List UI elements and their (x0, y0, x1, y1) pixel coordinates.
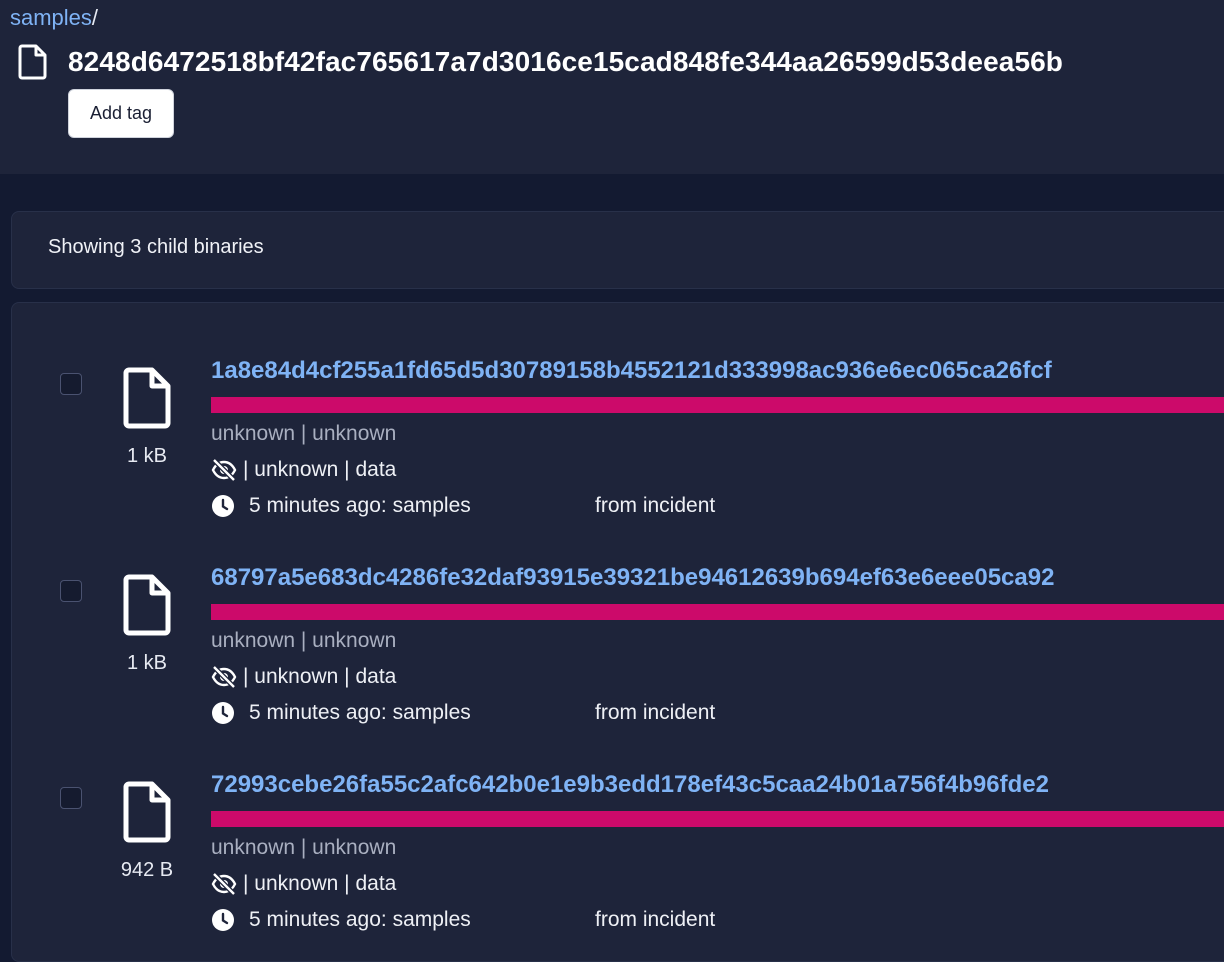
detail-text: | unknown | data (243, 665, 397, 688)
source-text: from incident (595, 908, 716, 931)
breadcrumb: samples/ (10, 4, 98, 32)
child-binaries-list: 1 kB 1a8e84d4cf255a1fd65d5d30789158b4552… (11, 302, 1224, 962)
time-line: 5 minutes ago: samples (211, 701, 471, 725)
eye-slash-icon (211, 665, 237, 689)
binary-hash-link[interactable]: 1a8e84d4cf255a1fd65d5d30789158b4552121d3… (211, 357, 1052, 385)
title-row: 8248d6472518bf42fac765617a7d3016ce15cad8… (18, 40, 1063, 84)
detail-line: | unknown | data (211, 872, 396, 896)
time-text: 5 minutes ago: samples (249, 701, 471, 724)
detail-text: | unknown | data (243, 458, 397, 481)
type-line: unknown | unknown (211, 836, 397, 859)
status-bar (211, 397, 1224, 413)
file-icon (123, 367, 171, 429)
file-size: 942 B (120, 859, 174, 881)
add-tag-button[interactable]: Add tag (68, 89, 174, 138)
child-count-text: Showing 3 child binaries (48, 236, 264, 258)
clock-icon (212, 909, 234, 931)
breadcrumb-link-samples[interactable]: samples (10, 5, 92, 30)
list-item: 1 kB 1a8e84d4cf255a1fd65d5d30789158b4552… (12, 319, 1224, 517)
list-item: 942 B 72993cebe26fa55c2afc642b0e1e9b3edd… (12, 733, 1224, 931)
time-text: 5 minutes ago: samples (249, 494, 471, 517)
page-title: 8248d6472518bf42fac765617a7d3016ce15cad8… (68, 46, 1063, 77)
breadcrumb-separator: / (91, 5, 99, 30)
time-line: 5 minutes ago: samples (211, 908, 471, 932)
detail-line: | unknown | data (211, 665, 396, 689)
select-checkbox[interactable] (60, 373, 82, 395)
clock-icon (212, 495, 234, 517)
select-checkbox[interactable] (60, 787, 82, 809)
file-icon (123, 574, 171, 636)
time-line: 5 minutes ago: samples (211, 494, 471, 518)
source-text: from incident (595, 701, 716, 724)
summary-card: Showing 3 child binaries (11, 211, 1224, 289)
page-header: samples/ 8248d6472518bf42fac765617a7d301… (0, 0, 1224, 174)
type-line: unknown | unknown (211, 422, 397, 445)
status-bar (211, 604, 1224, 620)
source-text: from incident (595, 494, 716, 517)
file-size: 1 kB (126, 445, 168, 467)
clock-icon (212, 702, 234, 724)
binary-hash-link[interactable]: 72993cebe26fa55c2afc642b0e1e9b3edd178ef4… (211, 771, 1049, 799)
type-line: unknown | unknown (211, 629, 397, 652)
select-checkbox[interactable] (60, 580, 82, 602)
eye-slash-icon (211, 872, 237, 896)
binary-hash-link[interactable]: 68797a5e683dc4286fe32daf93915e39321be946… (211, 564, 1054, 592)
file-size: 1 kB (126, 652, 168, 674)
status-bar (211, 811, 1224, 827)
file-icon (123, 781, 171, 843)
file-icon (18, 44, 47, 80)
list-item: 1 kB 68797a5e683dc4286fe32daf93915e39321… (12, 526, 1224, 724)
detail-text: | unknown | data (243, 872, 397, 895)
detail-line: | unknown | data (211, 458, 396, 482)
time-text: 5 minutes ago: samples (249, 908, 471, 931)
eye-slash-icon (211, 458, 237, 482)
